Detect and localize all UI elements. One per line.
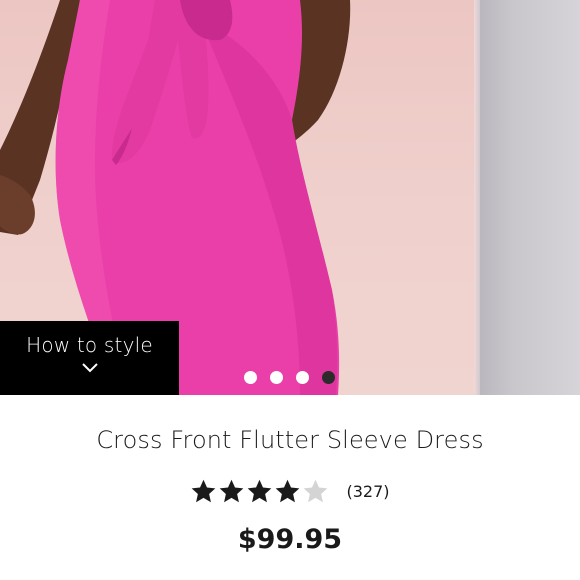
star-rating[interactable]	[190, 478, 329, 505]
product-title: Cross Front Flutter Sleeve Dress	[96, 426, 484, 454]
carousel-dot-1[interactable]	[244, 370, 257, 384]
star-icon-filled-3	[248, 479, 272, 503]
chevron-down-icon	[81, 363, 98, 373]
product-image[interactable]: How to style	[0, 0, 580, 395]
how-to-style-label: How to style	[26, 333, 153, 357]
rating-row: (327)	[0, 478, 580, 505]
product-page: How to style Cross Front Flutter Sleeve …	[0, 0, 580, 580]
product-price: $99.95	[237, 524, 343, 555]
star-icon-filled-4	[276, 479, 300, 503]
review-count-link[interactable]: (327)	[346, 482, 389, 501]
how-to-style-button[interactable]: How to style	[0, 321, 179, 395]
carousel-dots	[244, 370, 335, 384]
star-icon-filled-2	[220, 479, 244, 503]
carousel-dot-3[interactable]	[296, 370, 309, 384]
star-icon-filled-1	[192, 479, 216, 503]
carousel-dot-2[interactable]	[270, 370, 283, 384]
star-icon-empty-5	[304, 479, 328, 503]
carousel-dot-4[interactable]	[322, 370, 335, 384]
